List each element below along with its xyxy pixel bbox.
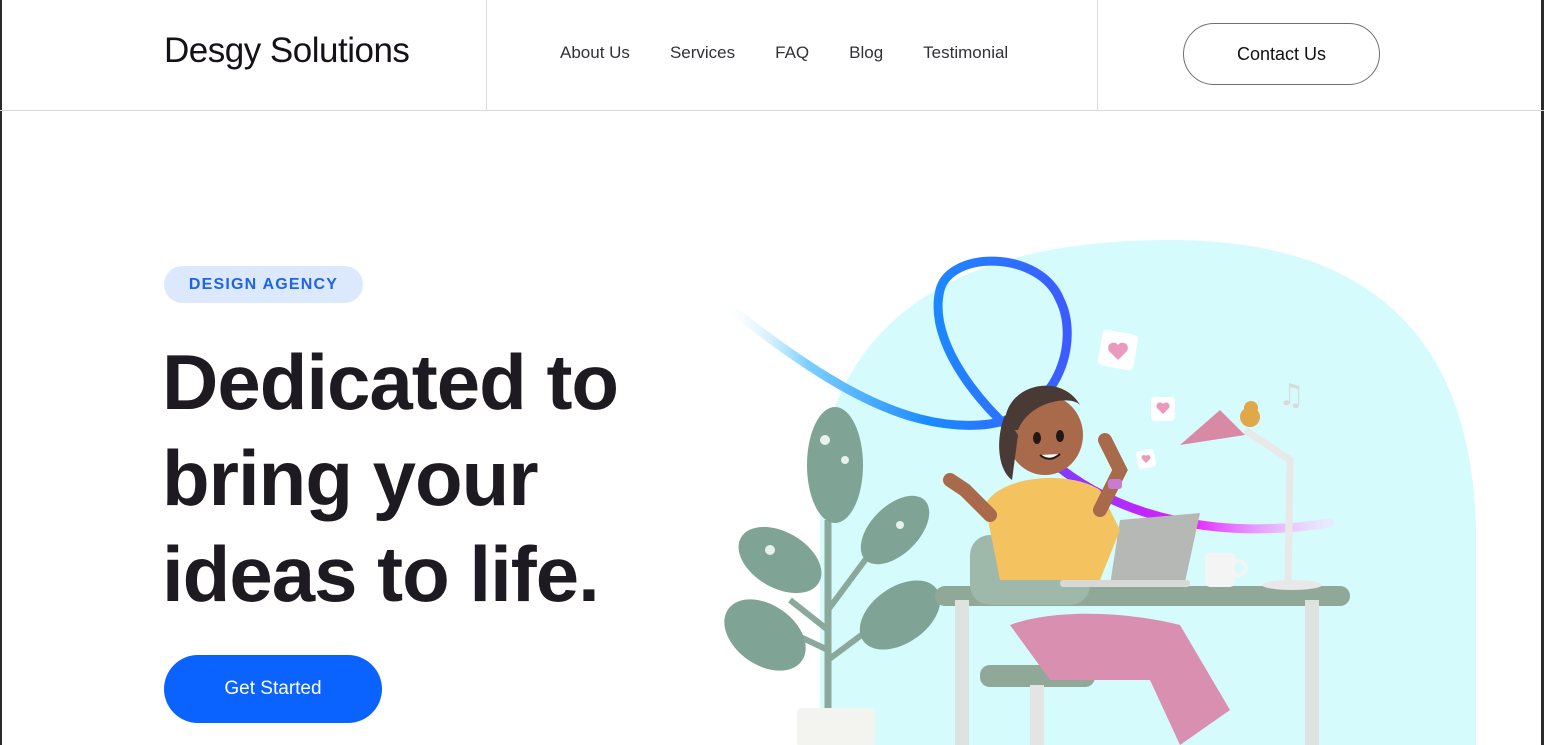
nav-testimonial[interactable]: Testimonial [923,43,1008,63]
hero-headline: Dedicated to bring your ideas to life. [162,334,682,622]
brand-logo[interactable]: Desgy Solutions [164,31,410,71]
header-divider [1097,0,1098,111]
nav-blog[interactable]: Blog [849,43,883,63]
heart-card-icon [1151,397,1175,421]
main-nav: About Us Services FAQ Blog Testimonial [560,43,1008,63]
music-note-icon: ♫ [1278,378,1305,413]
headline-line: bring your [162,434,539,522]
heart-card-icon [1135,448,1157,470]
headline-line: Dedicated to [162,338,619,426]
contact-us-button[interactable]: Contact Us [1183,23,1380,85]
nav-services[interactable]: Services [670,43,735,63]
headline-line: ideas to life. [162,530,600,618]
nav-faq[interactable]: FAQ [775,43,809,63]
get-started-button[interactable]: Get Started [164,655,382,723]
hero-illustration: ♫ [715,240,1476,745]
nav-about-us[interactable]: About Us [560,43,630,63]
design-agency-badge: DESIGN AGENCY [164,266,363,303]
site-header: Desgy Solutions About Us Services FAQ Bl… [0,0,1544,111]
header-divider [486,0,487,111]
heart-card-icon [1097,329,1139,371]
